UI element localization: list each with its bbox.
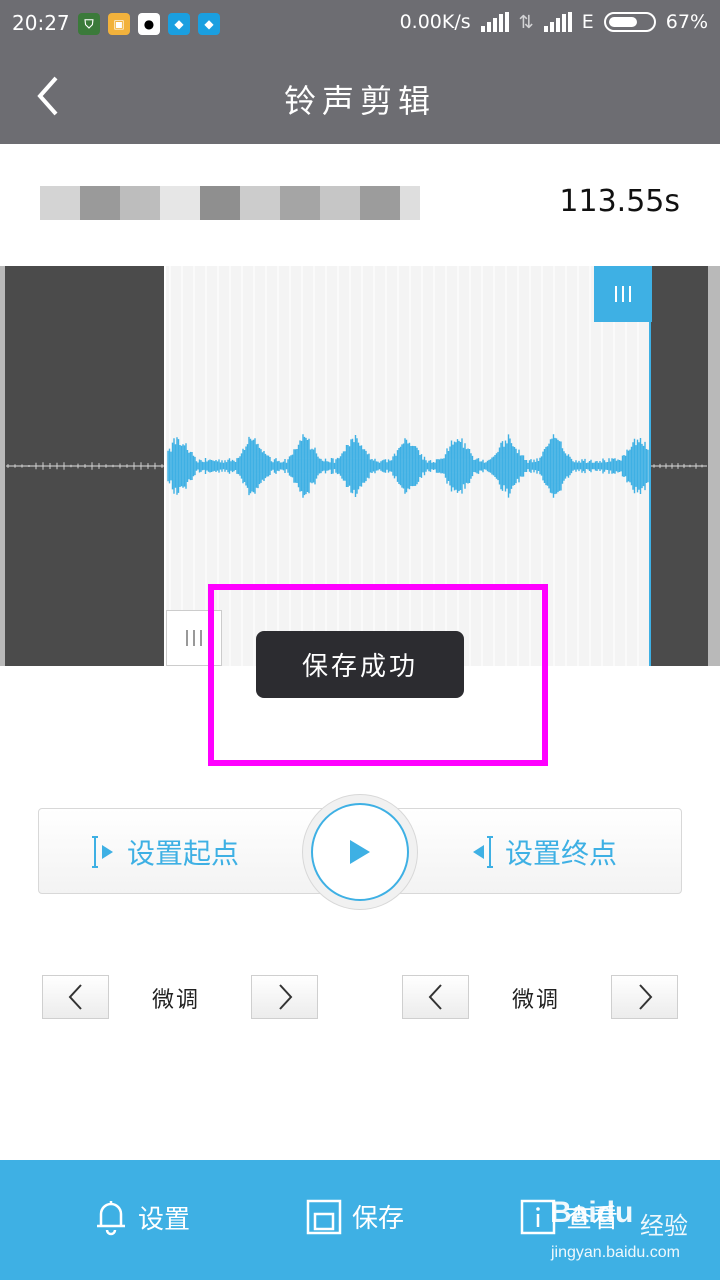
status-right: 0.00K/s ⇅ E 67% xyxy=(400,11,708,33)
network-type: E xyxy=(581,11,594,33)
track-right-edge xyxy=(708,266,720,666)
track-left-edge xyxy=(0,266,5,666)
toast-message: 保存成功 xyxy=(256,631,464,698)
start-fine-tune-label: 微调 xyxy=(152,988,201,1013)
set-start-button[interactable]: 设置起点 xyxy=(91,809,239,895)
baidu-watermark-suffix: 经验 xyxy=(640,1212,688,1240)
battery-icon xyxy=(603,12,656,32)
chevron-left-icon xyxy=(428,984,442,1010)
drop-app-icon-2: ◆ xyxy=(198,13,220,35)
end-fine-decrease-button[interactable] xyxy=(402,975,469,1019)
status-time: 20:27 xyxy=(12,11,70,35)
signal-icon-2 xyxy=(543,12,572,32)
shield-app-icon: ⛉ xyxy=(78,13,100,35)
grip-icon xyxy=(615,286,631,302)
play-icon xyxy=(350,840,370,864)
baidu-watermark-url: jingyan.baidu.com xyxy=(551,1244,680,1261)
set-end-label: 设置终点 xyxy=(505,837,618,870)
start-fine-decrease-button[interactable] xyxy=(42,975,109,1019)
baidu-watermark-logo: Baidu xyxy=(550,1196,634,1229)
settings-tab-label: 设置 xyxy=(138,1204,191,1235)
set-start-icon xyxy=(92,836,113,868)
chevron-right-icon xyxy=(278,984,292,1010)
page-title: 铃声剪辑 xyxy=(283,82,436,120)
signal-icon xyxy=(480,12,509,32)
bell-icon xyxy=(97,1201,125,1236)
battery-percent: 67% xyxy=(665,11,708,33)
qq-penguin-icon: ● xyxy=(138,13,160,35)
save-icon xyxy=(306,1199,342,1234)
chevron-right-icon xyxy=(638,984,652,1010)
status-bar: 20:27 ⛉ ▣ ● ◆ ◆ 0.00K/s ⇅ E 67% xyxy=(0,0,720,48)
end-fine-tune-label: 微调 xyxy=(512,988,561,1013)
grip-icon-2 xyxy=(186,630,202,646)
data-transfer-icon: ⇅ xyxy=(518,11,534,33)
drop-app-icon: ◆ xyxy=(168,13,190,35)
file-name-blurred xyxy=(40,186,420,220)
notification-icons: ⛉ ▣ ● ◆ ◆ xyxy=(78,13,220,35)
set-end-button[interactable]: 设置终点 xyxy=(469,809,617,895)
settings-tab[interactable]: 设置 xyxy=(94,1198,190,1236)
set-end-icon xyxy=(473,836,493,868)
save-tab[interactable]: 保存 xyxy=(306,1198,404,1235)
start-fine-increase-button[interactable] xyxy=(251,975,318,1019)
title-bar: 铃声剪辑 xyxy=(0,48,720,144)
duration-text: 113.55s xyxy=(559,184,680,219)
save-tab-label: 保存 xyxy=(352,1204,405,1234)
gift-app-icon: ▣ xyxy=(108,13,130,35)
network-speed: 0.00K/s xyxy=(399,11,471,33)
set-start-label: 设置起点 xyxy=(127,837,240,870)
end-handle[interactable] xyxy=(594,266,652,322)
end-fine-increase-button[interactable] xyxy=(611,975,678,1019)
chevron-left-icon xyxy=(68,984,82,1010)
play-button[interactable] xyxy=(311,803,409,901)
